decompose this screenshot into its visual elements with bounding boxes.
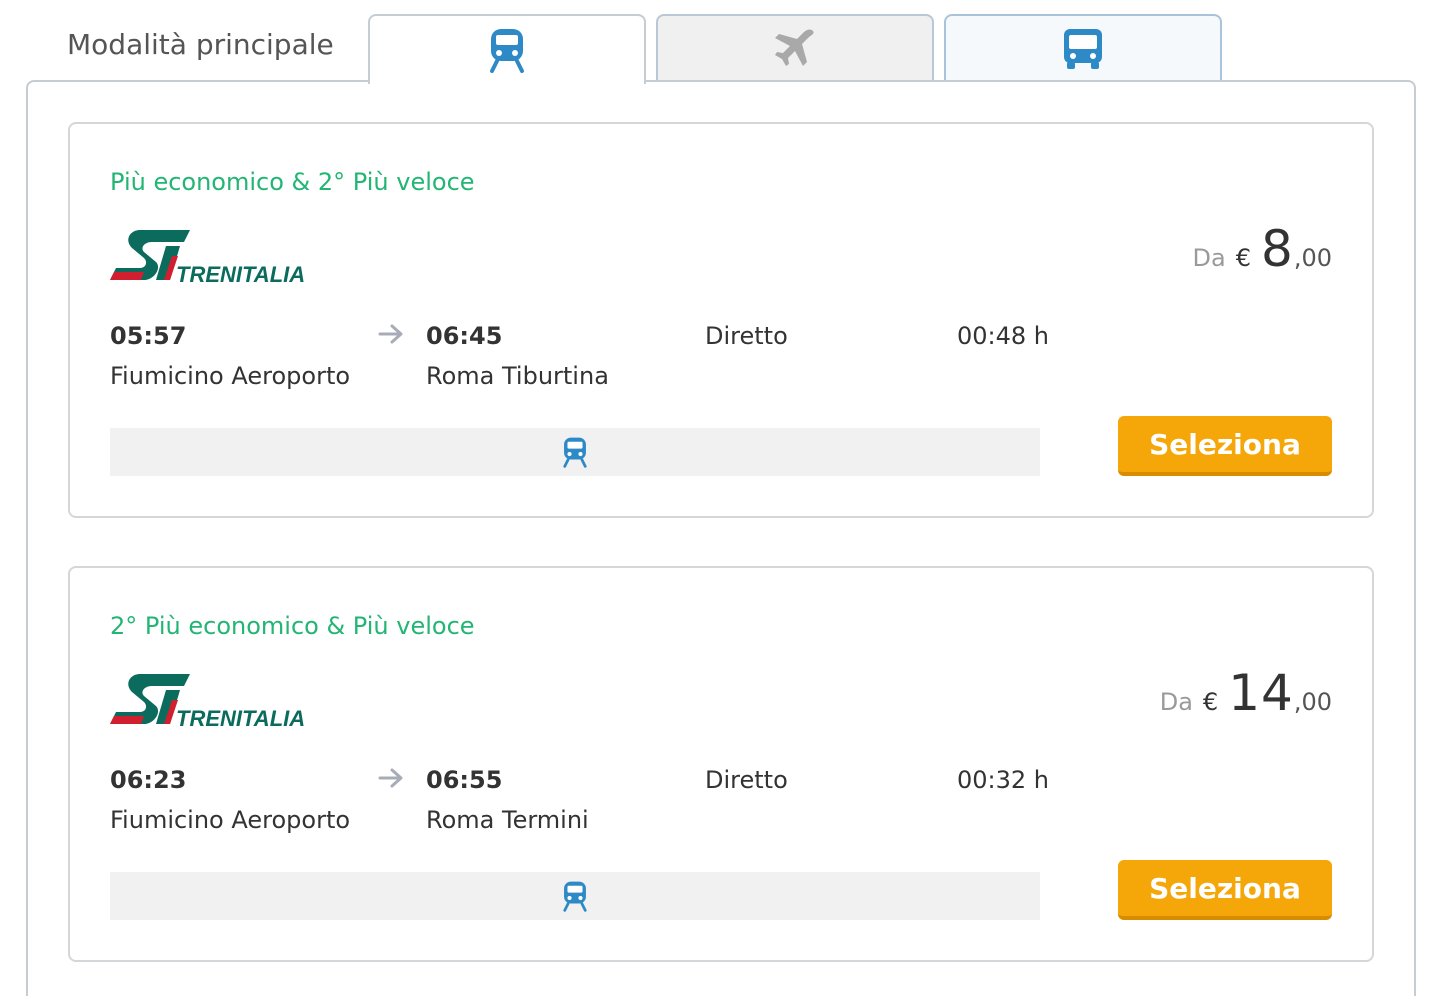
arrival-station: Roma Termini <box>426 806 589 834</box>
operator-wordmark: TRENITALIA <box>176 262 305 287</box>
duration: 00:32 h <box>957 766 1050 794</box>
arrival-station: Roma Tiburtina <box>426 362 609 390</box>
duration: 00:48 h <box>957 322 1050 350</box>
operator-wordmark: TRENITALIA <box>176 706 305 731</box>
connection-type: Diretto <box>705 322 788 350</box>
arrival-time: 06:45 <box>426 322 503 350</box>
price-decimals: ,00 <box>1293 688 1332 716</box>
arrow-right-icon <box>378 324 403 344</box>
tab-bus[interactable] <box>944 14 1222 82</box>
select-button[interactable]: Seleziona <box>1118 416 1332 476</box>
price-prefix: Da <box>1159 688 1193 716</box>
connection-type: Diretto <box>705 766 788 794</box>
result-card: 2° Più economico & Più veloce TRENITALIA… <box>68 566 1374 962</box>
trenitalia-logo: TRENITALIA <box>110 674 305 731</box>
tab-train[interactable] <box>368 14 646 84</box>
route-segment-bar <box>110 872 1040 920</box>
departure-time: 06:23 <box>110 766 187 794</box>
departure-station: Fiumicino Aeroporto <box>110 362 351 390</box>
departure-station: Fiumicino Aeroporto <box>110 806 351 834</box>
train-icon <box>563 881 587 912</box>
price-currency: € <box>1202 688 1219 716</box>
mode-label: Modalità principale <box>67 28 334 61</box>
result-card: Più economico & 2° Più veloce TRENITALIA… <box>68 122 1374 518</box>
result-tag: Più economico & 2° Più veloce <box>110 168 475 196</box>
departure-time: 05:57 <box>110 322 187 350</box>
tab-plane[interactable] <box>656 14 934 82</box>
price-currency: € <box>1235 244 1252 272</box>
bus-icon <box>1064 29 1102 69</box>
route-segment-bar <box>110 428 1040 476</box>
price-integer: 14 <box>1228 664 1294 722</box>
train-icon <box>490 29 524 73</box>
price-decimals: ,00 <box>1293 244 1332 272</box>
arrival-time: 06:55 <box>426 766 503 794</box>
trenitalia-logo: TRENITALIA <box>110 230 305 287</box>
arrow-right-icon <box>378 768 403 788</box>
plane-icon <box>775 29 814 66</box>
price: Da € 8 ,00 <box>1193 220 1332 278</box>
result-tag: 2° Più economico & Più veloce <box>110 612 475 640</box>
train-icon <box>563 437 587 468</box>
select-button[interactable]: Seleziona <box>1118 860 1332 920</box>
price-prefix: Da <box>1192 244 1226 272</box>
price-integer: 8 <box>1261 220 1294 278</box>
price: Da € 14 ,00 <box>1160 664 1332 722</box>
